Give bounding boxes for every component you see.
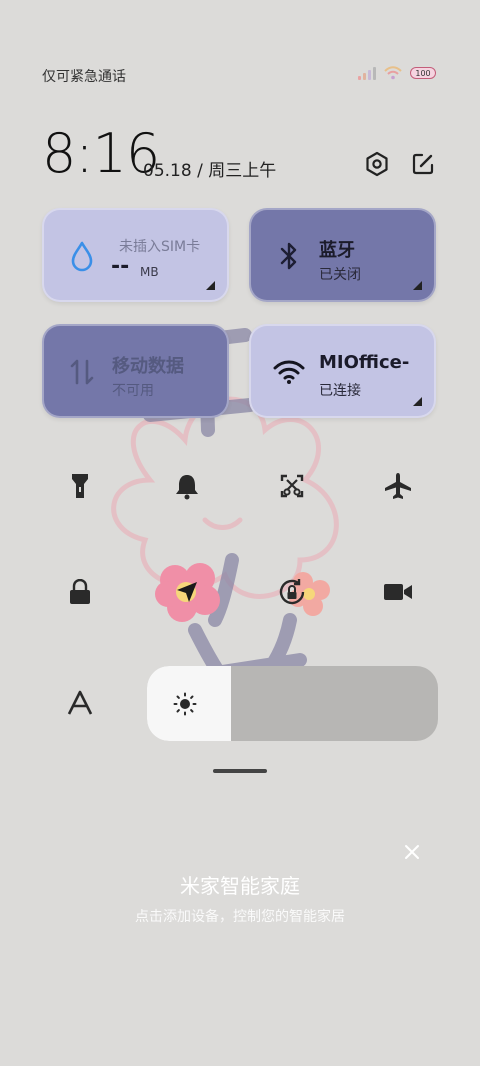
data-usage-tile[interactable]: 未插入SIM卡 -- MB [42,208,229,302]
mobile-data-title: 移动数据 [112,356,184,377]
bluetooth-tile[interactable]: 蓝牙 已关闭 [249,208,436,302]
wifi-icon [273,356,305,388]
location-icon [177,582,197,602]
water-drop-icon [66,240,98,272]
silent-toggle[interactable] [165,464,209,508]
clock-time: 8:16 [42,122,160,185]
lock-icon [70,579,90,604]
font-size-icon [67,690,93,715]
airplane-icon [385,473,411,499]
rotation-lock-icon [279,579,305,605]
mi-home-title[interactable]: 米家智能家庭 [0,870,480,899]
bluetooth-icon [273,240,305,272]
font-size-toggle[interactable] [58,681,102,725]
rotation-lock-toggle[interactable] [270,570,314,614]
close-icon[interactable] [400,840,424,864]
wifi-icon [384,66,402,80]
location-toggle[interactable] [165,570,209,614]
screenshot-icon [280,474,304,498]
data-usage-value: -- [111,254,130,279]
flashlight-icon [72,474,88,498]
brightness-slider[interactable] [147,666,438,741]
bell-icon [176,475,198,500]
carrier-status: 仅可紧急通话 [42,69,126,85]
expand-corner-icon [206,281,215,290]
battery-indicator: 100 [410,67,436,79]
mobile-data-icon [66,356,98,388]
video-camera-icon [384,584,412,600]
clock-date: 05.18 / 周三上午 [143,161,277,181]
data-usage-unit: MB [140,265,159,279]
flashlight-toggle[interactable] [58,464,102,508]
expand-corner-icon [413,281,422,290]
screen-recorder-toggle[interactable] [376,570,420,614]
bluetooth-title: 蓝牙 [319,240,355,261]
bluetooth-status: 已关闭 [319,267,361,283]
screenshot-toggle[interactable] [270,464,314,508]
status-icons: 100 [358,66,436,80]
expand-corner-icon [413,397,422,406]
lock-screen-toggle[interactable] [58,570,102,614]
mobile-data-tile[interactable]: 移动数据 不可用 [42,324,229,418]
cellular-signal-icon [358,66,376,80]
wifi-network-name: MIOffice- [319,352,410,373]
panel-drag-handle[interactable] [213,769,267,773]
airplane-mode-toggle[interactable] [376,464,420,508]
mi-home-subtitle[interactable]: 点击添加设备，控制您的智能家居 [0,906,480,926]
edit-icon[interactable] [409,150,437,178]
data-usage-title: 未插入SIM卡 [119,239,201,255]
wifi-status: 已连接 [319,383,361,399]
mobile-data-status: 不可用 [112,383,154,399]
settings-icon[interactable] [363,150,391,178]
brightness-icon [173,692,197,716]
wifi-tile[interactable]: MIOffice- 已连接 [249,324,436,418]
